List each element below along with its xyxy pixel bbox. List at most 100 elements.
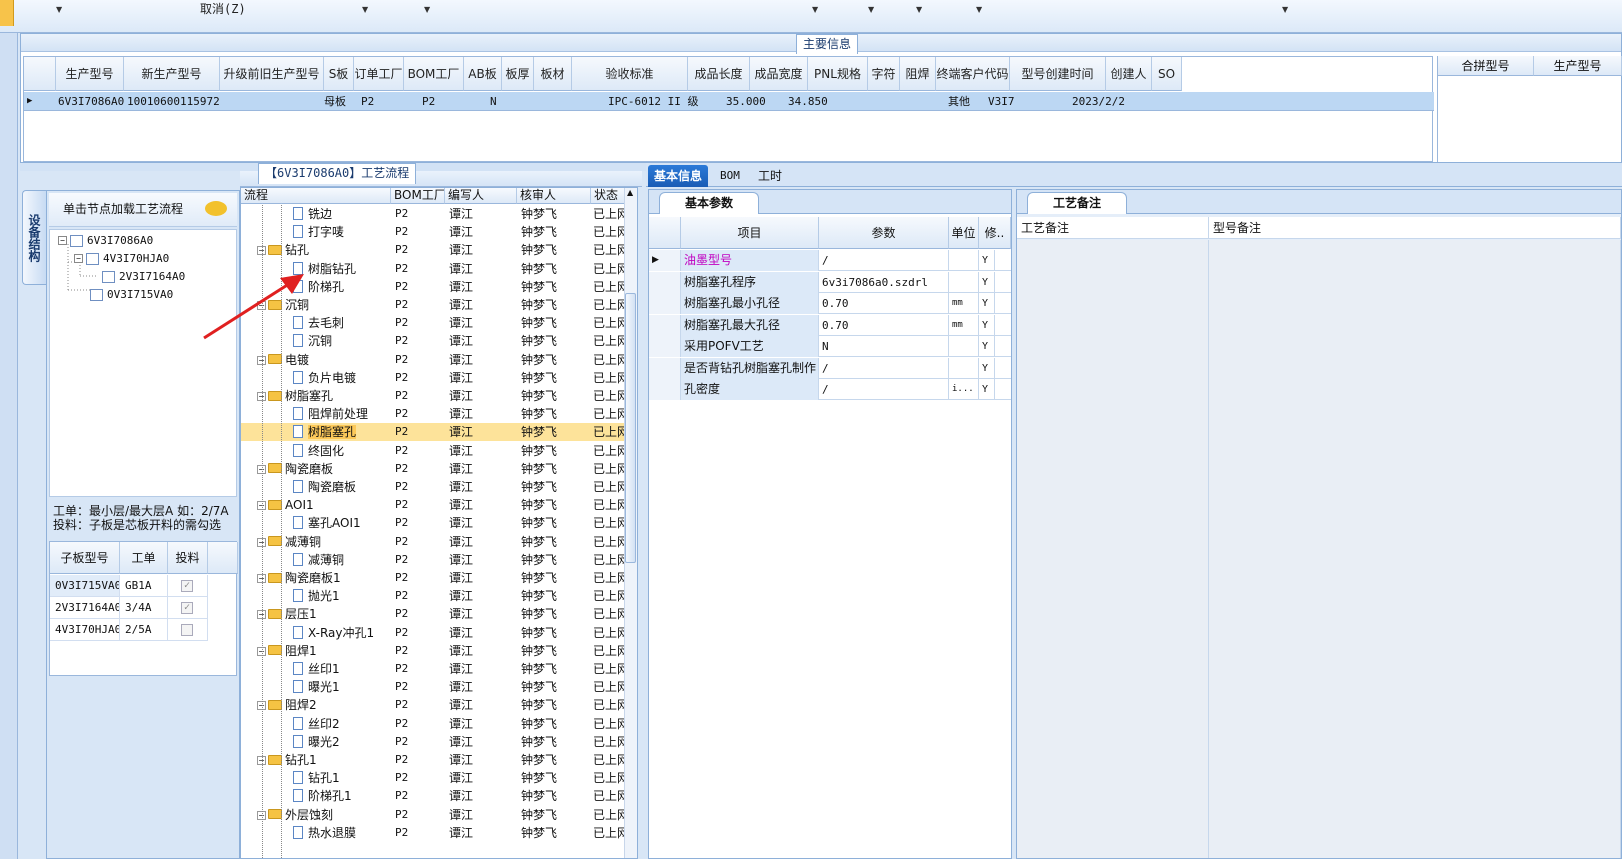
param-value[interactable]: / bbox=[819, 250, 949, 271]
process-row[interactable]: 沉铜 P2 谭江 钟梦飞 已上网 bbox=[241, 332, 625, 350]
dropdown-arrow-icon[interactable]: ▼ bbox=[56, 5, 62, 14]
process-row[interactable]: 丝印1 P2 谭江 钟梦飞 已上网 bbox=[241, 660, 625, 678]
process-row[interactable]: −陶瓷磨板1 P2 谭江 钟梦飞 已上网 bbox=[241, 569, 625, 587]
row-selector[interactable] bbox=[649, 357, 681, 379]
process-row[interactable]: 阶梯孔 P2 谭江 钟梦飞 已上网 bbox=[241, 278, 625, 296]
process-row[interactable]: 陶瓷磨板 P2 谭江 钟梦飞 已上网 bbox=[241, 478, 625, 496]
column-header[interactable]: 升级前旧生产型号 bbox=[220, 57, 324, 91]
process-row[interactable]: −树脂塞孔 P2 谭江 钟梦飞 已上网 bbox=[241, 387, 625, 405]
column-header[interactable]: 生产型号 bbox=[56, 57, 124, 91]
sub-model-cell[interactable]: 0V3I715VA0 bbox=[50, 575, 120, 597]
param-value[interactable]: 0.70 bbox=[819, 293, 949, 314]
column-header[interactable]: 成品宽度 bbox=[750, 57, 808, 91]
process-row[interactable]: 曝光1 P2 谭江 钟梦飞 已上网 bbox=[241, 678, 625, 696]
column-header[interactable]: 新生产型号 bbox=[124, 57, 220, 91]
column-header[interactable]: 终端客户代码 bbox=[936, 57, 1010, 91]
tree-node[interactable]: 2V3I7164A0 bbox=[102, 270, 185, 283]
process-row[interactable]: 曝光2 P2 谭江 钟梦飞 已上网 bbox=[241, 733, 625, 751]
col-param[interactable]: 参数 bbox=[819, 217, 949, 249]
tab-basic-info[interactable]: 基本信息 bbox=[648, 165, 709, 187]
col-merge-model[interactable]: 合拼型号 bbox=[1438, 56, 1534, 76]
toolbar-handle[interactable] bbox=[0, 0, 14, 26]
process-row[interactable]: 阻焊前处理 P2 谭江 钟梦飞 已上网 bbox=[241, 405, 625, 423]
process-row[interactable]: 树脂塞孔 P2 谭江 钟梦飞 已上网 bbox=[241, 423, 625, 442]
dropdown-arrow-icon[interactable]: ▼ bbox=[868, 5, 874, 14]
process-row[interactable]: 铣边 P2 谭江 钟梦飞 已上网 bbox=[241, 205, 625, 223]
col-unit[interactable]: 单位 bbox=[949, 217, 979, 249]
vertical-scrollbar[interactable]: ▲ bbox=[624, 188, 637, 858]
process-row[interactable]: −阻焊1 P2 谭江 钟梦飞 已上网 bbox=[241, 642, 625, 660]
scrollbar-thumb[interactable] bbox=[625, 293, 636, 563]
row-selector[interactable] bbox=[649, 336, 681, 357]
feed-checkbox[interactable]: ✓ bbox=[181, 580, 193, 592]
param-value[interactable]: / bbox=[819, 379, 949, 400]
column-header[interactable]: 字符 bbox=[868, 57, 900, 91]
tab-bom[interactable]: BOM bbox=[714, 165, 746, 187]
col-prod-model[interactable]: 生产型号 bbox=[1534, 56, 1622, 76]
process-row[interactable]: −阻焊2 P2 谭江 钟梦飞 已上网 bbox=[241, 696, 625, 714]
tab-structure[interactable]: 设备结构 bbox=[22, 190, 46, 285]
row-selector[interactable] bbox=[649, 314, 681, 336]
process-row[interactable]: −陶瓷磨板 P2 谭江 钟梦飞 已上网 bbox=[241, 460, 625, 478]
column-header[interactable]: 型号创建时间 bbox=[1010, 57, 1106, 91]
collapse-icon[interactable]: − bbox=[58, 236, 67, 245]
row-selector[interactable] bbox=[649, 293, 681, 314]
param-row[interactable]: 采用POFV工艺 N Y bbox=[649, 336, 1011, 357]
col-sub-model[interactable]: 子板型号 bbox=[50, 542, 120, 574]
process-memo-text[interactable] bbox=[1017, 240, 1209, 858]
col-feed[interactable]: 投料 bbox=[168, 542, 208, 574]
col-bom-factory[interactable]: BOM工厂 bbox=[391, 188, 445, 204]
row-selector-header[interactable] bbox=[24, 57, 56, 91]
process-row[interactable]: 丝印2 P2 谭江 钟梦飞 已上网 bbox=[241, 715, 625, 733]
column-header[interactable]: 阻焊 bbox=[900, 57, 936, 91]
sub-model-cell[interactable]: 4V3I70HJA0 bbox=[50, 619, 120, 641]
order-cell[interactable]: 3/4A bbox=[120, 597, 168, 619]
column-header[interactable]: S板 bbox=[324, 57, 354, 91]
process-row[interactable]: 阶梯孔1 P2 谭江 钟梦飞 已上网 bbox=[241, 787, 625, 805]
tab-basic-params[interactable]: 基本参数 bbox=[659, 192, 759, 214]
cancel-button[interactable]: 取消(Z) bbox=[200, 0, 246, 17]
process-row[interactable]: 热水退膜 P2 谭江 钟梦飞 已上网 bbox=[241, 824, 625, 842]
sub-model-cell[interactable]: 2V3I7164A0 bbox=[50, 597, 120, 619]
column-header[interactable]: BOM工厂 bbox=[404, 57, 464, 91]
dropdown-arrow-icon[interactable]: ▼ bbox=[812, 5, 818, 14]
param-row[interactable]: ▶ 油墨型号 / Y bbox=[649, 250, 1011, 271]
dropdown-arrow-icon[interactable]: ▼ bbox=[424, 5, 430, 14]
dropdown-arrow-icon[interactable]: ▼ bbox=[1282, 5, 1288, 14]
param-row[interactable]: 树脂塞孔最小孔径 0.70 mm Y bbox=[649, 293, 1011, 314]
column-header[interactable]: 板厚 bbox=[502, 57, 534, 91]
col-order[interactable]: 工单 bbox=[120, 542, 168, 574]
process-row[interactable]: −钻孔1 P2 谭江 钟梦飞 已上网 bbox=[241, 751, 625, 769]
tree-node[interactable]: 0V3I715VA0 bbox=[90, 288, 173, 301]
param-value[interactable]: 6v3i7086a0.szdrl bbox=[819, 271, 949, 293]
param-row[interactable]: 树脂塞孔程序 6v3i7086a0.szdrl Y bbox=[649, 271, 1011, 293]
param-value[interactable]: / bbox=[819, 357, 949, 379]
process-row[interactable]: 去毛刺 P2 谭江 钟梦飞 已上网 bbox=[241, 314, 625, 332]
tree-node[interactable]: − 4V3I70HJA0 bbox=[74, 252, 169, 265]
process-row[interactable]: X-Ray冲孔1 P2 谭江 钟梦飞 已上网 bbox=[241, 624, 625, 642]
feed-checkbox[interactable] bbox=[181, 624, 193, 636]
tab-work-hours[interactable]: 工时 bbox=[752, 165, 788, 187]
column-header[interactable]: 成品长度 bbox=[688, 57, 750, 91]
process-row[interactable]: −电镀 P2 谭江 钟梦飞 已上网 bbox=[241, 351, 625, 369]
scroll-up-icon[interactable]: ▲ bbox=[627, 188, 633, 197]
process-row[interactable]: −外层蚀刻 P2 谭江 钟梦飞 已上网 bbox=[241, 806, 625, 824]
col-item[interactable]: 项目 bbox=[681, 217, 819, 249]
col-reviewer[interactable]: 核审人 bbox=[517, 188, 591, 204]
column-header[interactable]: SO bbox=[1152, 57, 1182, 91]
process-row[interactable]: 抛光1 P2 谭江 钟梦飞 已上网 bbox=[241, 587, 625, 605]
process-row[interactable]: −AOI1 P2 谭江 钟梦飞 已上网 bbox=[241, 496, 625, 514]
col-writer[interactable]: 编写人 bbox=[445, 188, 517, 204]
param-row[interactable]: 树脂塞孔最大孔径 0.70 mm Y bbox=[649, 314, 1011, 336]
dropdown-arrow-icon[interactable]: ▼ bbox=[362, 5, 368, 14]
column-header[interactable]: 验收标准 bbox=[572, 57, 688, 91]
table-row[interactable]: ▶ 6V3I7086A0 10010600115972 母板 P2 P2 N I… bbox=[24, 92, 1434, 111]
param-row[interactable]: 是否背钻孔树脂塞孔制作 / Y bbox=[649, 357, 1011, 379]
collapse-icon[interactable]: − bbox=[74, 254, 83, 263]
process-row[interactable]: 打字唛 P2 谭江 钟梦飞 已上网 bbox=[241, 223, 625, 241]
column-header[interactable]: 创建人 bbox=[1106, 57, 1152, 91]
column-header[interactable]: AB板 bbox=[464, 57, 502, 91]
process-row[interactable]: 终固化 P2 谭江 钟梦飞 已上网 bbox=[241, 442, 625, 460]
order-cell[interactable]: GB1A bbox=[120, 575, 168, 597]
process-row[interactable]: 负片电镀 P2 谭江 钟梦飞 已上网 bbox=[241, 369, 625, 387]
